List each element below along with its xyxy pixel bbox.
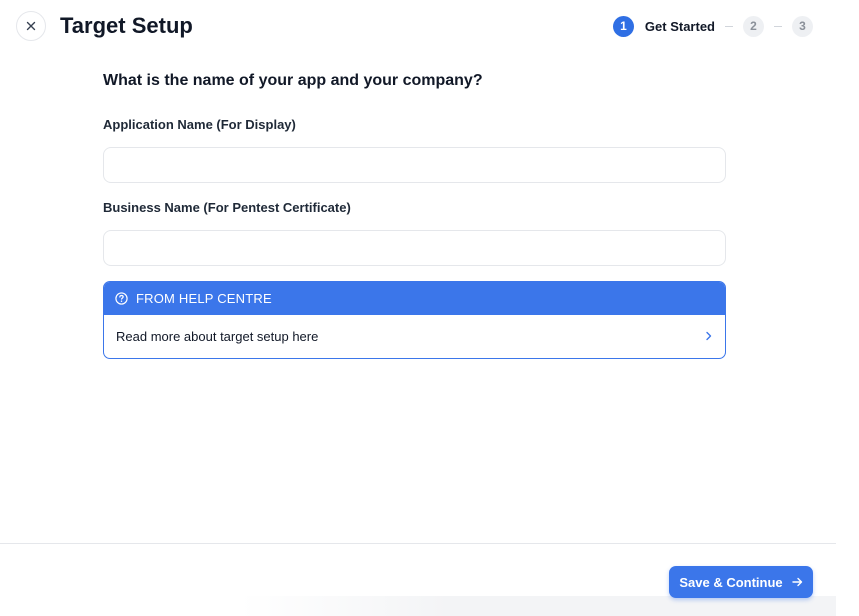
form-question: What is the name of your app and your co…: [103, 72, 483, 89]
arrow-right-icon: [791, 575, 803, 590]
help-centre-header: FROM HELP CENTRE: [104, 282, 725, 315]
footer-divider: [0, 543, 836, 544]
help-article-text: Read more about target setup here: [116, 329, 319, 344]
business-name-input[interactable]: [103, 230, 726, 266]
step-1-indicator: 1: [612, 15, 634, 37]
save-continue-label: Save & Continue: [679, 574, 783, 590]
app-name-label: Application Name (For Display): [103, 117, 296, 132]
help-centre-title: FROM HELP CENTRE: [136, 291, 272, 306]
save-continue-button[interactable]: Save & Continue: [669, 566, 813, 598]
help-article-link[interactable]: Read more about target setup here: [104, 315, 725, 358]
target-setup-page: Target Setup 1 Get Started 2 3 What is t…: [0, 0, 859, 616]
close-icon: [26, 21, 36, 31]
step-3-indicator: 3: [792, 15, 813, 37]
step-separator: [725, 25, 733, 27]
step-2-indicator: 2: [743, 15, 764, 37]
close-button[interactable]: [16, 11, 46, 41]
chevron-right-icon: [705, 329, 713, 344]
page-title: Target Setup: [60, 13, 193, 38]
step-1-label: Get Started: [644, 18, 715, 34]
help-circle-icon: [115, 292, 128, 305]
footer-shade: [240, 596, 836, 616]
setup-form: What is the name of your app and your co…: [103, 70, 726, 359]
app-name-input[interactable]: [103, 147, 726, 183]
step-separator: [774, 25, 782, 27]
help-centre-box: FROM HELP CENTRE Read more about target …: [103, 281, 726, 359]
business-name-label: Business Name (For Pentest Certificate): [103, 200, 351, 215]
stepper: 1 Get Started 2 3: [612, 15, 813, 37]
